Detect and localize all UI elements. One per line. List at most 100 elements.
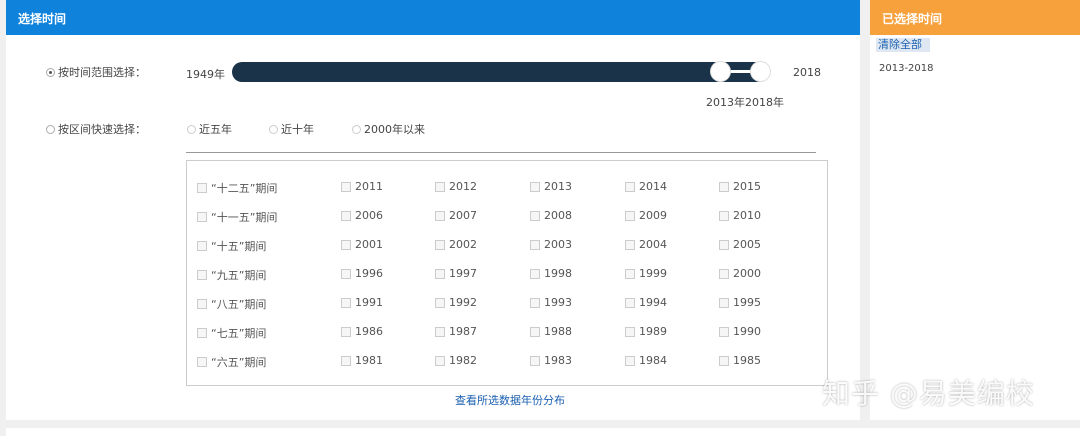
checkbox[interactable] <box>197 328 207 338</box>
period-checkbox[interactable]: “八五”期间 <box>197 296 266 312</box>
checkbox[interactable] <box>435 239 445 250</box>
checkbox[interactable] <box>197 183 207 193</box>
year-checkbox[interactable]: 1985 <box>719 354 761 367</box>
period-checkbox[interactable]: “六五”期间 <box>197 354 266 370</box>
checkbox[interactable] <box>435 210 445 221</box>
checkbox[interactable] <box>197 241 207 251</box>
quick-choice-10years[interactable]: 近十年 <box>269 121 314 137</box>
clear-all-button[interactable]: 清除全部 <box>876 38 930 52</box>
quick-radio[interactable] <box>46 124 55 134</box>
checkbox[interactable] <box>435 268 445 279</box>
checkbox[interactable] <box>435 355 445 366</box>
range-radio[interactable] <box>46 67 55 77</box>
checkbox[interactable] <box>435 297 445 308</box>
checkbox[interactable] <box>625 355 635 366</box>
year-checkbox[interactable]: 2005 <box>719 238 761 251</box>
year-checkbox[interactable]: 1990 <box>719 325 761 338</box>
quick-choice-5years[interactable]: 近五年 <box>187 121 232 137</box>
year-checkbox[interactable]: 1984 <box>625 354 667 367</box>
checkbox[interactable] <box>530 355 540 366</box>
view-distribution-link[interactable]: 查看所选数据年份分布 <box>455 392 565 408</box>
year-checkbox[interactable]: 2014 <box>625 180 667 193</box>
year-checkbox[interactable]: 2000 <box>719 267 761 280</box>
year-checkbox[interactable]: 1991 <box>341 296 383 309</box>
year-checkbox[interactable]: 2006 <box>341 209 383 222</box>
year-checkbox[interactable]: 2004 <box>625 238 667 251</box>
quick-select-option[interactable]: 按区间快速选择： <box>46 121 146 137</box>
checkbox[interactable] <box>341 181 351 192</box>
checkbox[interactable] <box>530 239 540 250</box>
checkbox[interactable] <box>625 326 635 337</box>
year-checkbox[interactable]: 1982 <box>435 354 477 367</box>
checkbox[interactable] <box>530 326 540 337</box>
year-range-slider[interactable] <box>232 62 769 82</box>
quick-choice-since-2000[interactable]: 2000年以来 <box>352 121 425 137</box>
period-checkbox[interactable]: “七五”期间 <box>197 325 266 341</box>
year-checkbox[interactable]: 1989 <box>625 325 667 338</box>
slider-end-handle[interactable] <box>751 62 770 81</box>
checkbox[interactable] <box>341 326 351 337</box>
checkbox[interactable] <box>197 270 207 280</box>
checkbox[interactable] <box>435 181 445 192</box>
period-checkbox[interactable]: “十五”期间 <box>197 238 266 254</box>
checkbox[interactable] <box>625 239 635 250</box>
year-checkbox[interactable]: 1983 <box>530 354 572 367</box>
checkbox[interactable] <box>719 181 729 192</box>
year-checkbox[interactable]: 1999 <box>625 267 667 280</box>
year-checkbox[interactable]: 1987 <box>435 325 477 338</box>
year-checkbox[interactable]: 1998 <box>530 267 572 280</box>
checkbox[interactable] <box>625 297 635 308</box>
checkbox[interactable] <box>197 299 207 309</box>
year-checkbox[interactable]: 2009 <box>625 209 667 222</box>
year-checkbox[interactable]: 2010 <box>719 209 761 222</box>
year-checkbox[interactable]: 2015 <box>719 180 761 193</box>
checkbox[interactable] <box>341 239 351 250</box>
checkbox[interactable] <box>341 355 351 366</box>
year-checkbox[interactable]: 2012 <box>435 180 477 193</box>
checkbox[interactable] <box>625 181 635 192</box>
checkbox[interactable] <box>530 181 540 192</box>
checkbox[interactable] <box>530 297 540 308</box>
year-checkbox[interactable]: 1996 <box>341 267 383 280</box>
year-checkbox[interactable]: 2003 <box>530 238 572 251</box>
year-checkbox[interactable]: 1981 <box>341 354 383 367</box>
year-checkbox[interactable]: 2001 <box>341 238 383 251</box>
checkbox[interactable] <box>719 210 729 221</box>
period-checkbox[interactable]: “十二五”期间 <box>197 180 277 196</box>
checkbox[interactable] <box>341 268 351 279</box>
checkbox[interactable] <box>341 297 351 308</box>
year-checkbox[interactable]: 1995 <box>719 296 761 309</box>
radio-5years[interactable] <box>187 124 196 134</box>
checkbox[interactable] <box>625 268 635 279</box>
checkbox[interactable] <box>530 210 540 221</box>
period-checkbox[interactable]: “九五”期间 <box>197 267 266 283</box>
year-checkbox[interactable]: 1992 <box>435 296 477 309</box>
year-checkbox[interactable]: 2011 <box>341 180 383 193</box>
year-checkbox[interactable]: 2013 <box>530 180 572 193</box>
year-checkbox[interactable]: 2008 <box>530 209 572 222</box>
checkbox[interactable] <box>719 268 729 279</box>
checkbox[interactable] <box>435 326 445 337</box>
year-checkbox[interactable]: 2007 <box>435 209 477 222</box>
checkbox[interactable] <box>719 297 729 308</box>
range-select-option[interactable]: 按时间范围选择： <box>46 64 146 80</box>
year-checkbox[interactable]: 1986 <box>341 325 383 338</box>
slider-start-handle[interactable] <box>711 62 730 81</box>
checkbox-label: 2011 <box>355 180 383 193</box>
checkbox[interactable] <box>625 210 635 221</box>
checkbox[interactable] <box>719 239 729 250</box>
year-checkbox[interactable]: 2002 <box>435 238 477 251</box>
checkbox[interactable] <box>197 357 207 367</box>
radio-since-2000[interactable] <box>352 124 361 134</box>
year-checkbox[interactable]: 1988 <box>530 325 572 338</box>
period-checkbox[interactable]: “十一五”期间 <box>197 209 277 225</box>
checkbox[interactable] <box>719 355 729 366</box>
checkbox[interactable] <box>197 212 207 222</box>
year-checkbox[interactable]: 1997 <box>435 267 477 280</box>
radio-10years[interactable] <box>269 124 278 134</box>
year-checkbox[interactable]: 1994 <box>625 296 667 309</box>
checkbox[interactable] <box>719 326 729 337</box>
checkbox[interactable] <box>530 268 540 279</box>
year-checkbox[interactable]: 1993 <box>530 296 572 309</box>
checkbox[interactable] <box>341 210 351 221</box>
